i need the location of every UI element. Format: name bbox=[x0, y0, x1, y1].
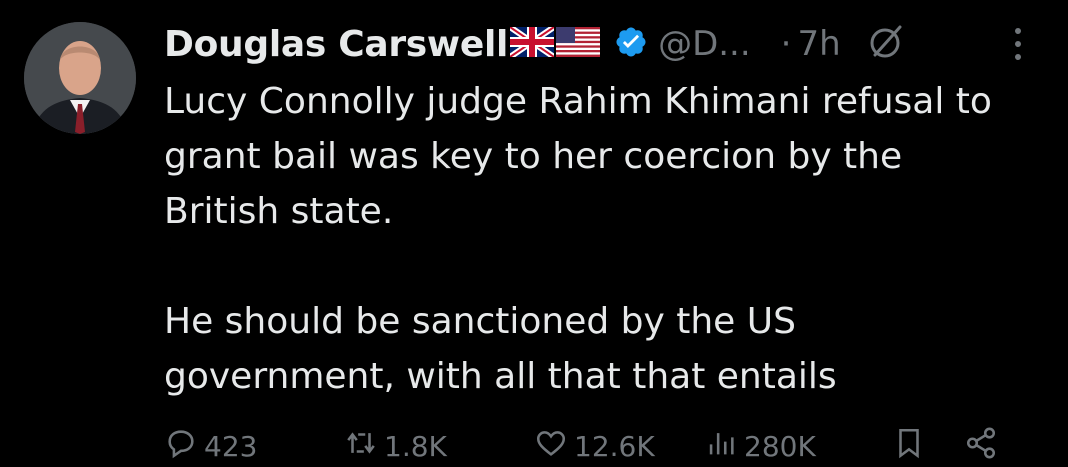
repost-button[interactable]: 1.8K bbox=[344, 426, 447, 467]
tweet-header: Douglas Carswell @D... · 7h bbox=[164, 20, 1044, 68]
uk-flag-icon bbox=[508, 24, 556, 61]
reply-button[interactable]: 423 bbox=[164, 426, 257, 467]
heart-icon bbox=[534, 426, 568, 467]
author-name[interactable]: Douglas Carswell bbox=[164, 24, 508, 65]
verified-badge-icon[interactable] bbox=[614, 25, 648, 63]
avatar[interactable] bbox=[24, 22, 136, 134]
grok-icon[interactable] bbox=[865, 22, 905, 66]
us-flag-icon bbox=[556, 27, 601, 61]
repost-icon bbox=[344, 426, 378, 467]
avatar-image bbox=[24, 22, 136, 134]
share-button[interactable] bbox=[964, 426, 998, 467]
tweet-text: Lucy Connolly judge Rahim Khimani refusa… bbox=[164, 74, 1024, 404]
bookmark-button[interactable] bbox=[892, 426, 926, 467]
reply-icon bbox=[164, 426, 198, 467]
more-options-icon[interactable] bbox=[1012, 26, 1024, 66]
separator-dot: · bbox=[780, 24, 792, 64]
bookmark-icon bbox=[892, 426, 926, 467]
views-icon bbox=[704, 426, 738, 467]
author-handle[interactable]: @D... bbox=[658, 24, 751, 64]
views-button[interactable]: 280K bbox=[704, 426, 816, 467]
tweet-paragraph: Lucy Connolly judge Rahim Khimani refusa… bbox=[164, 81, 992, 232]
repost-count: 1.8K bbox=[384, 430, 447, 463]
reply-count: 423 bbox=[204, 430, 258, 463]
like-button[interactable]: 12.6K bbox=[534, 426, 655, 467]
tweet-paragraph: He should be sanctioned by the US govern… bbox=[164, 301, 837, 397]
action-bar: 423 1.8K 12.6K 280K bbox=[164, 426, 1024, 466]
share-icon bbox=[964, 426, 998, 467]
views-count: 280K bbox=[744, 430, 816, 463]
timestamp[interactable]: 7h bbox=[797, 24, 840, 64]
like-count: 12.6K bbox=[574, 430, 655, 463]
